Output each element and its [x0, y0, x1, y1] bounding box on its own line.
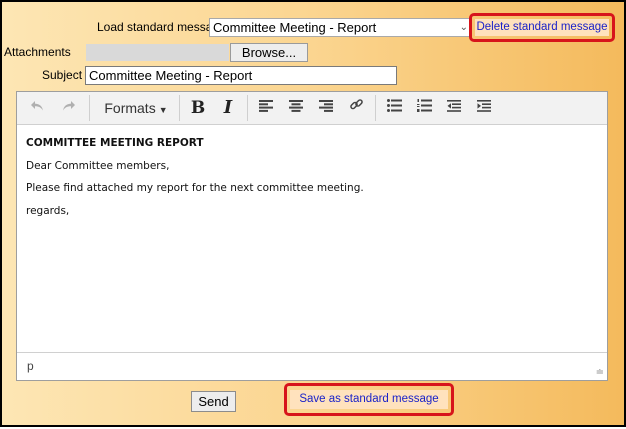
numbered-list-icon[interactable] — [411, 96, 437, 120]
bold-button[interactable]: B — [185, 96, 211, 120]
message-heading: COMMITTEE MEETING REPORT — [26, 137, 204, 149]
align-left-icon[interactable] — [253, 96, 279, 120]
toolbar-divider — [247, 95, 248, 121]
align-right-icon[interactable] — [313, 96, 339, 120]
delete-standard-message-button[interactable]: Delete standard message — [475, 19, 609, 36]
outdent-icon[interactable] — [441, 96, 467, 120]
bullet-list-icon[interactable] — [381, 96, 407, 120]
browse-button[interactable]: Browse... — [230, 43, 308, 62]
save-highlight-box: Save as standard message — [284, 383, 454, 416]
message-line: regards, — [26, 204, 70, 217]
toolbar-divider — [375, 95, 376, 121]
italic-button[interactable]: I — [215, 96, 241, 120]
message-line: Please find attached my report for the n… — [26, 182, 364, 194]
save-as-standard-message-button[interactable]: Save as standard message — [290, 390, 448, 409]
standard-message-select[interactable]: Committee Meeting - Report ⌄ — [209, 18, 471, 37]
message-line: Dear Committee members, — [26, 159, 170, 172]
link-icon[interactable] — [343, 96, 369, 120]
formats-dropdown[interactable]: Formats ▼ — [95, 96, 177, 120]
indent-icon[interactable] — [471, 96, 497, 120]
resize-grip-icon[interactable]: ≐ — [596, 367, 604, 378]
chevron-down-icon: ⌄ — [459, 22, 468, 33]
delete-highlight-box: Delete standard message — [469, 13, 615, 42]
attachments-label: Attachments — [4, 45, 71, 59]
element-path[interactable]: p — [27, 359, 34, 373]
formats-label: Formats — [104, 100, 156, 116]
editor-statusbar: p ≐ — [17, 352, 607, 380]
toolbar-divider — [179, 95, 180, 121]
editor-content[interactable]: COMMITTEE MEETING REPORT Dear Committee … — [26, 136, 599, 226]
caret-down-icon: ▼ — [158, 105, 168, 115]
align-center-icon[interactable] — [283, 96, 309, 120]
subject-label: Subject — [42, 68, 83, 82]
compose-message-panel: Load standard message Committee Meeting … — [0, 0, 626, 427]
send-button[interactable]: Send — [191, 391, 236, 412]
undo-icon[interactable] — [23, 96, 51, 120]
editor-toolbar: Formats ▼ B I — [17, 92, 607, 125]
rich-text-editor: Formats ▼ B I COMMITTEE MEETING REPORT D… — [16, 91, 608, 381]
toolbar-divider — [89, 95, 90, 121]
redo-icon[interactable] — [55, 96, 83, 120]
load-standard-message-label: Load standard message — [97, 20, 226, 34]
attachments-field[interactable] — [86, 44, 229, 61]
subject-input[interactable]: Committee Meeting - Report — [85, 66, 397, 85]
standard-message-value: Committee Meeting - Report — [213, 20, 377, 35]
